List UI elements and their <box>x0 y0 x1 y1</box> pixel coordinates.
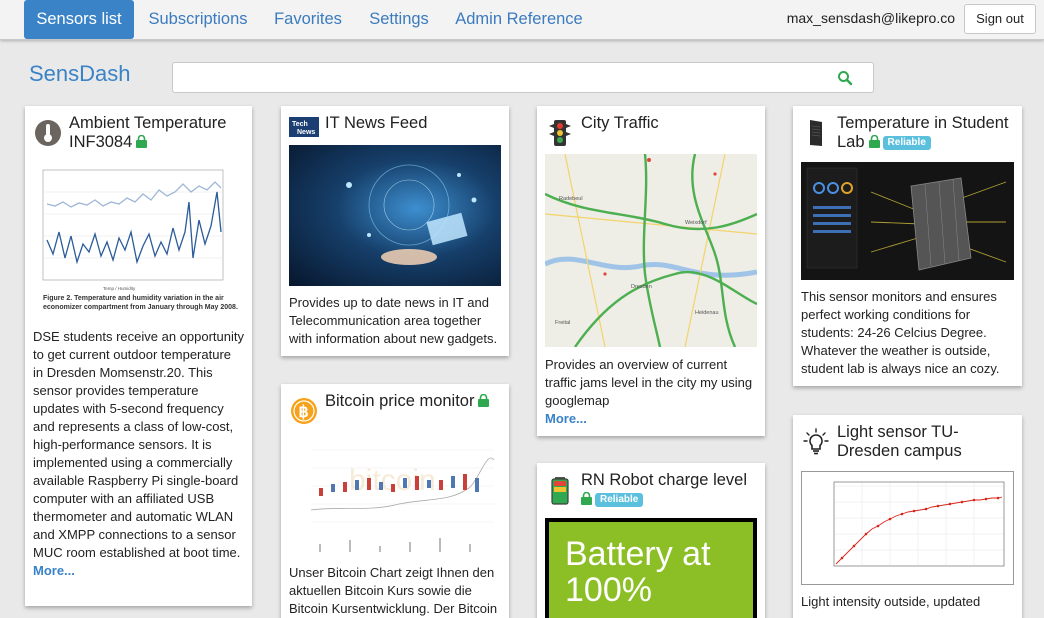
card-description: Provides an overview of current traffic … <box>545 357 753 408</box>
svg-text:Temp / Humidity: Temp / Humidity <box>103 286 136 291</box>
traffic-light-icon <box>549 120 571 146</box>
search-input[interactable] <box>172 62 874 93</box>
svg-text:News: News <box>297 129 315 136</box>
card-description: Light intensity outside, updated <box>801 594 981 609</box>
traffic-map-image: Radebeul Dresden Heidenau Freital Weixdorf <box>545 154 757 347</box>
lightbulb-icon <box>803 428 829 455</box>
card-description: Provides up to date news in IT and Telec… <box>289 295 498 346</box>
card-description: Unser Bitcoin Chart zeigt Ihnen den aktu… <box>289 565 498 616</box>
chart-caption: Figure 2. Temperature and humidity varia… <box>43 295 238 311</box>
card-title: Bitcoin price monitor <box>325 392 475 410</box>
svg-text:฿: ฿ <box>299 404 309 421</box>
top-navbar: Sensors list Subscriptions Favorites Set… <box>0 0 1044 40</box>
svg-text:Radebeul: Radebeul <box>559 196 583 202</box>
tab-sensors-list[interactable]: Sensors list <box>24 0 134 39</box>
search-icon[interactable] <box>837 70 853 86</box>
reliable-badge: Reliable <box>882 136 931 150</box>
card-description: DSE students receive an opportunity to g… <box>33 329 245 560</box>
tech-news-image <box>289 145 501 286</box>
svg-text:Tech: Tech <box>292 121 308 128</box>
battery-level-text: Battery at 100% <box>565 535 711 609</box>
tech-news-icon: Tech News <box>289 117 319 137</box>
bitcoin-chart-image: bitcoin <box>289 440 501 560</box>
server-icon <box>810 120 822 146</box>
sensor-card-light-sensor[interactable]: Light sensor TU-Dresden campus Light int… <box>793 415 1022 618</box>
lock-icon <box>868 135 880 148</box>
svg-text:Weixdorf: Weixdorf <box>685 220 707 226</box>
card-title: City Traffic <box>581 114 659 132</box>
bitcoin-icon: ฿ <box>291 398 317 424</box>
sensor-card-bitcoin[interactable]: ฿ Bitcoin price monitor bitcoin Unser Bi… <box>281 384 509 618</box>
reliable-badge: Reliable <box>595 493 644 507</box>
card-title: Light sensor TU-Dresden campus <box>837 423 962 460</box>
lock-icon <box>581 492 592 505</box>
tab-admin-reference[interactable]: Admin Reference <box>449 0 589 39</box>
battery-icon <box>551 477 569 505</box>
tab-subscriptions[interactable]: Subscriptions <box>139 0 257 39</box>
svg-text:bitcoin: bitcoin <box>349 464 436 497</box>
sensor-card-it-news[interactable]: Tech News IT News Feed Provides up to da… <box>281 106 509 356</box>
card-title: Ambient Temperature INF3084 <box>69 114 227 151</box>
sensor-card-city-traffic[interactable]: City Traffic Radebeul Dresden Heidenau Fre… <box>537 106 765 436</box>
card-title: RN Robot charge level <box>581 471 747 489</box>
svg-text:Heidenau: Heidenau <box>695 310 719 316</box>
tab-favorites[interactable]: Favorites <box>265 0 351 39</box>
sensor-card-ambient-temperature[interactable]: Ambient Temperature INF3084 Temp / Humid… <box>25 106 252 606</box>
lock-icon <box>136 135 148 148</box>
sensor-card-student-lab[interactable]: Temperature in Student Lab Reliable This … <box>793 106 1022 386</box>
light-chart-image <box>801 471 1014 585</box>
user-email: max_sensdash@likepro.co <box>786 10 955 26</box>
more-link[interactable]: More... <box>545 411 587 426</box>
svg-text:Freital: Freital <box>555 320 570 326</box>
more-link[interactable]: More... <box>33 563 75 578</box>
temperature-chart-image: Temp / Humidity Figure 2. Temperature an… <box>33 162 244 322</box>
server-room-image <box>801 162 1014 280</box>
brand-logo[interactable]: SensDash <box>29 61 131 87</box>
sign-out-button[interactable]: Sign out <box>964 4 1036 34</box>
thermometer-icon <box>35 120 61 146</box>
card-description: This sensor monitors and ensures perfect… <box>801 289 1000 376</box>
svg-text:Dresden: Dresden <box>631 284 652 290</box>
tab-settings[interactable]: Settings <box>359 0 439 39</box>
sensor-card-robot-charge[interactable]: RN Robot charge level Reliable Battery a… <box>537 463 765 618</box>
lock-icon <box>478 394 490 407</box>
battery-status-image: Battery at 100% <box>545 518 757 618</box>
card-title: IT News Feed <box>325 114 428 132</box>
